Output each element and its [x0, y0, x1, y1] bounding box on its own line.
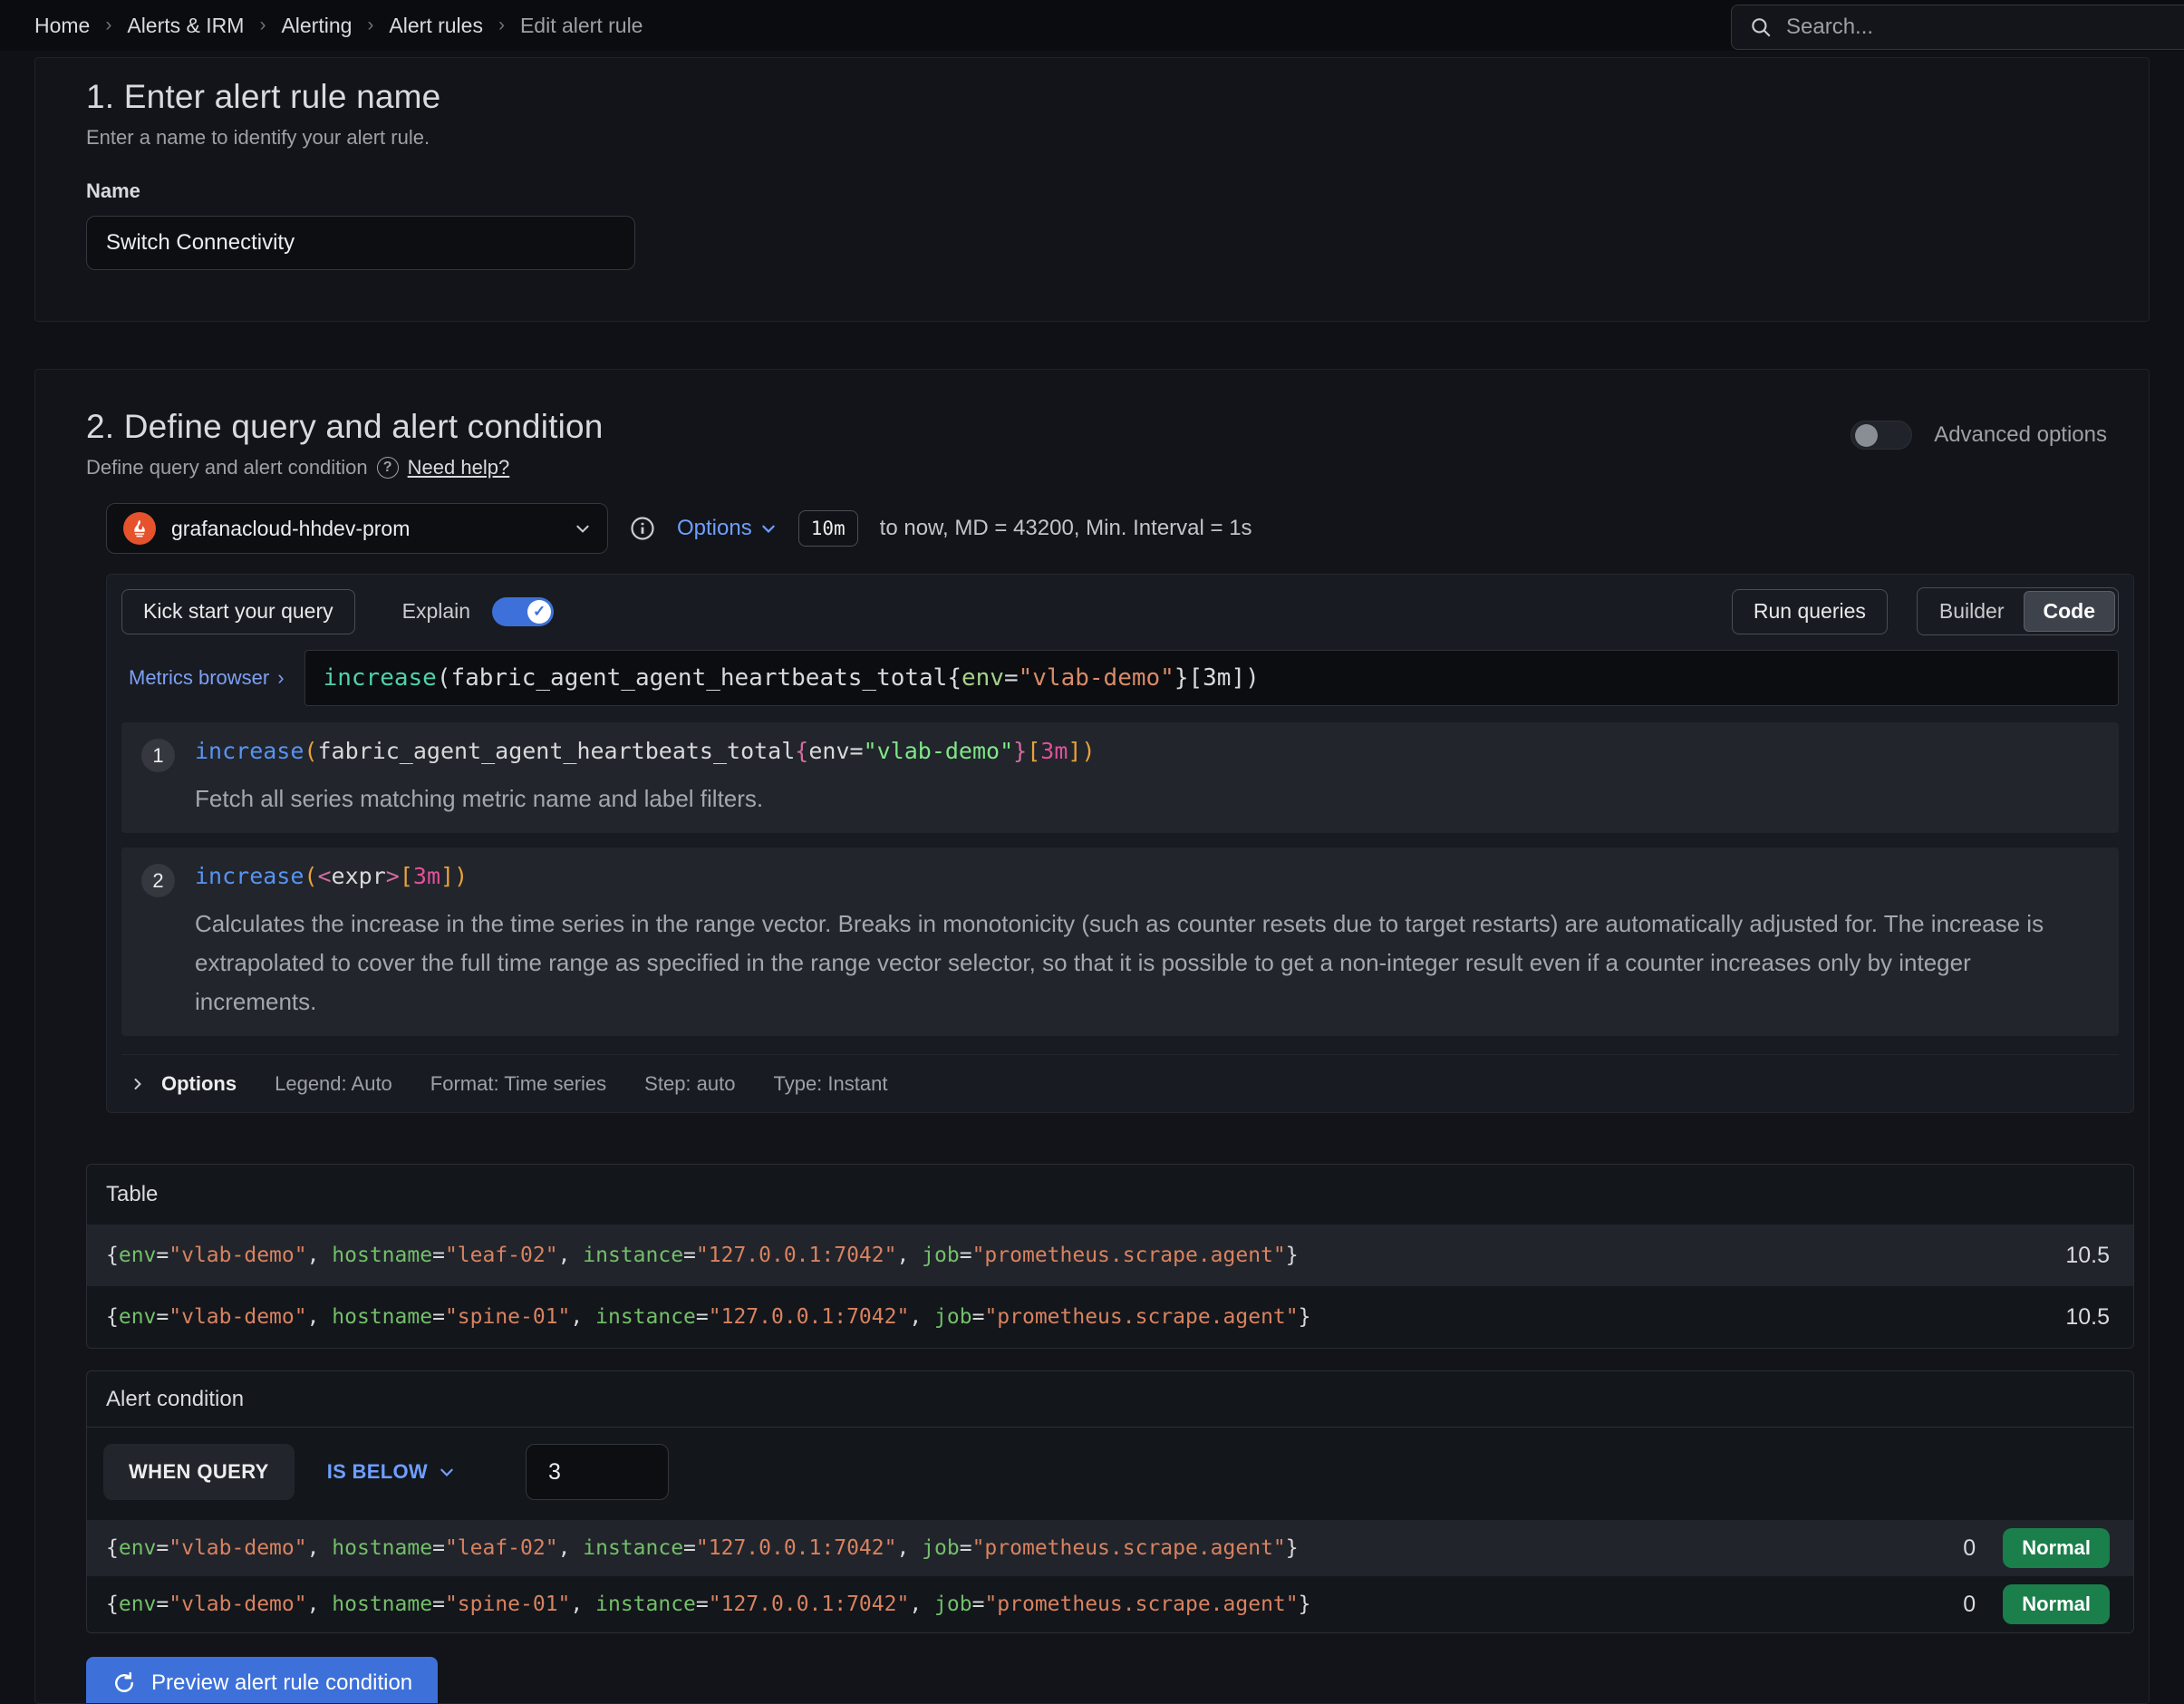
sync-icon: [111, 1670, 137, 1696]
alert-condition-panel: Alert condition WHEN QUERY IS BELOW 3 {e…: [86, 1370, 2134, 1633]
alert-condition-controls: WHEN QUERY IS BELOW 3: [87, 1428, 2133, 1520]
option-step: Step: auto: [644, 1072, 735, 1096]
series-value: 0: [1963, 1592, 1976, 1618]
breadcrumb-alert-rules[interactable]: Alert rules: [389, 14, 483, 38]
explain-code: increase(fabric_agent_agent_heartbeats_t…: [195, 737, 1096, 766]
step2-subtitle-text: Define query and alert condition: [86, 456, 368, 479]
explain-item-1: 1 increase(fabric_agent_agent_heartbeats…: [121, 722, 2119, 833]
explain-toggle[interactable]: ✓: [492, 597, 554, 626]
breadcrumb-separator: ›: [105, 15, 111, 36]
advanced-options-toggle[interactable]: [1851, 421, 1912, 450]
toggle-knob-check: ✓: [527, 600, 551, 624]
datasource-name: grafanacloud-hhdev-prom: [171, 517, 410, 541]
chevron-down-icon: [439, 1464, 455, 1480]
help-icon: ?: [377, 457, 399, 479]
series-labels: {env="vlab-demo", hostname="leaf-02", in…: [106, 1536, 1299, 1560]
prometheus-icon: [123, 512, 156, 545]
query-area: grafanacloud-hhdev-prom Options 10m to n…: [106, 503, 2134, 1113]
state-badge-normal: Normal: [2003, 1584, 2110, 1624]
breadcrumb-current: Edit alert rule: [520, 14, 643, 38]
breadcrumb-separator: ›: [498, 15, 505, 36]
step2-subtitle: Define query and alert condition ? Need …: [86, 456, 604, 479]
breadcrumb-alerting[interactable]: Alerting: [281, 14, 352, 38]
step1-title: 1. Enter alert rule name: [86, 78, 2098, 116]
series-labels: {env="vlab-demo", hostname="spine-01", i…: [106, 1305, 1310, 1329]
datasource-picker[interactable]: grafanacloud-hhdev-prom: [106, 503, 608, 554]
table-row: {env="vlab-demo", hostname="spine-01", i…: [87, 1286, 2133, 1348]
condition-row: {env="vlab-demo", hostname="spine-01", i…: [87, 1576, 2133, 1632]
chevron-right-icon: [130, 1077, 145, 1091]
kickstart-button[interactable]: Kick start your query: [121, 589, 355, 634]
run-queries-button[interactable]: Run queries: [1732, 589, 1888, 634]
step2-title: 2. Define query and alert condition: [86, 408, 604, 446]
metrics-browser-button[interactable]: Metrics browser ›: [121, 666, 304, 690]
alert-name-value: Switch Connectivity: [106, 230, 295, 256]
option-legend: Legend: Auto: [275, 1072, 392, 1096]
options-expander[interactable]: Options: [130, 1072, 237, 1096]
step2-section: 2. Define query and alert condition Defi…: [34, 369, 2150, 1704]
name-label: Name: [86, 179, 2098, 203]
options-label: Options: [161, 1072, 237, 1096]
explain-item-2: 2 increase(<expr>[3m]) Calculates the in…: [121, 847, 2119, 1036]
search-input[interactable]: Search...: [1731, 5, 2184, 50]
breadcrumb-home[interactable]: Home: [34, 14, 90, 38]
table-panel-title: Table: [87, 1165, 2133, 1225]
advanced-options-label: Advanced options: [1934, 422, 2107, 448]
preview-button-label: Preview alert rule condition: [151, 1670, 412, 1696]
alert-name-input[interactable]: Switch Connectivity: [86, 216, 635, 270]
top-nav-bar: Home › Alerts & IRM › Alerting › Alert r…: [0, 0, 2184, 51]
breadcrumb: Home › Alerts & IRM › Alerting › Alert r…: [34, 14, 643, 38]
chevron-right-icon: ›: [277, 666, 284, 690]
query-options-label: Options: [677, 516, 752, 541]
step-number-badge: 2: [141, 864, 175, 897]
promql-input[interactable]: increase(fabric_agent_agent_heartbeats_t…: [304, 650, 2119, 706]
step-number-badge: 1: [141, 739, 175, 772]
range-summary: to now, MD = 43200, Min. Interval = 1s: [880, 516, 1252, 541]
interval-badge[interactable]: 10m: [798, 510, 858, 547]
need-help-link[interactable]: Need help?: [408, 456, 510, 479]
when-query-pill: WHEN QUERY: [103, 1444, 295, 1500]
series-value: 10.5: [2065, 1243, 2110, 1269]
code-tab[interactable]: Code: [2024, 591, 2116, 632]
step1-section: 1. Enter alert rule name Enter a name to…: [34, 57, 2150, 322]
search-icon: [1749, 15, 1773, 39]
explain-description: Calculates the increase in the time seri…: [195, 905, 2099, 1021]
preview-button[interactable]: Preview alert rule condition: [86, 1657, 438, 1704]
explain-panel: 1 increase(fabric_agent_agent_heartbeats…: [121, 722, 2119, 1036]
series-labels: {env="vlab-demo", hostname="spine-01", i…: [106, 1593, 1310, 1616]
condition-row: {env="vlab-demo", hostname="leaf-02", in…: [87, 1520, 2133, 1576]
query-options-row: Options Legend: Auto Format: Time series…: [121, 1054, 2119, 1112]
series-value: 0: [1963, 1535, 1976, 1562]
chevron-down-icon: [760, 520, 777, 537]
explain-description: Fetch all series matching metric name an…: [195, 779, 1096, 818]
builder-tab[interactable]: Builder: [1920, 592, 2024, 631]
series-value: 10.5: [2065, 1304, 2110, 1331]
metrics-browser-label: Metrics browser: [129, 666, 269, 690]
query-options-button[interactable]: Options: [677, 516, 777, 541]
breadcrumb-separator: ›: [259, 15, 266, 36]
operator-select[interactable]: IS BELOW: [327, 1460, 455, 1484]
option-format: Format: Time series: [430, 1072, 606, 1096]
alert-rule-editor-page: Home › Alerts & IRM › Alerting › Alert r…: [0, 0, 2184, 1704]
step1-subtitle: Enter a name to identify your alert rule…: [86, 126, 2098, 150]
table-row: {env="vlab-demo", hostname="leaf-02", in…: [87, 1225, 2133, 1286]
breadcrumb-separator: ›: [367, 15, 373, 36]
alert-condition-title: Alert condition: [87, 1371, 2133, 1428]
search-placeholder: Search...: [1786, 15, 1873, 40]
table-panel: Table {env="vlab-demo", hostname="leaf-0…: [86, 1164, 2134, 1349]
chevron-down-icon: [575, 520, 591, 537]
series-labels: {env="vlab-demo", hostname="leaf-02", in…: [106, 1244, 1299, 1267]
breadcrumb-alerts-irm[interactable]: Alerts & IRM: [127, 14, 244, 38]
info-icon[interactable]: [630, 516, 655, 541]
operator-label: IS BELOW: [327, 1460, 428, 1484]
explain-label: Explain: [402, 599, 470, 624]
state-badge-normal: Normal: [2003, 1528, 2110, 1568]
option-type: Type: Instant: [773, 1072, 887, 1096]
threshold-input[interactable]: 3: [526, 1444, 669, 1500]
editor-mode-switch: Builder Code: [1917, 587, 2119, 635]
query-editor-card: Kick start your query Explain ✓ Run quer…: [106, 574, 2134, 1113]
explain-code: increase(<expr>[3m]): [195, 862, 2099, 891]
toggle-knob: [1855, 424, 1878, 447]
